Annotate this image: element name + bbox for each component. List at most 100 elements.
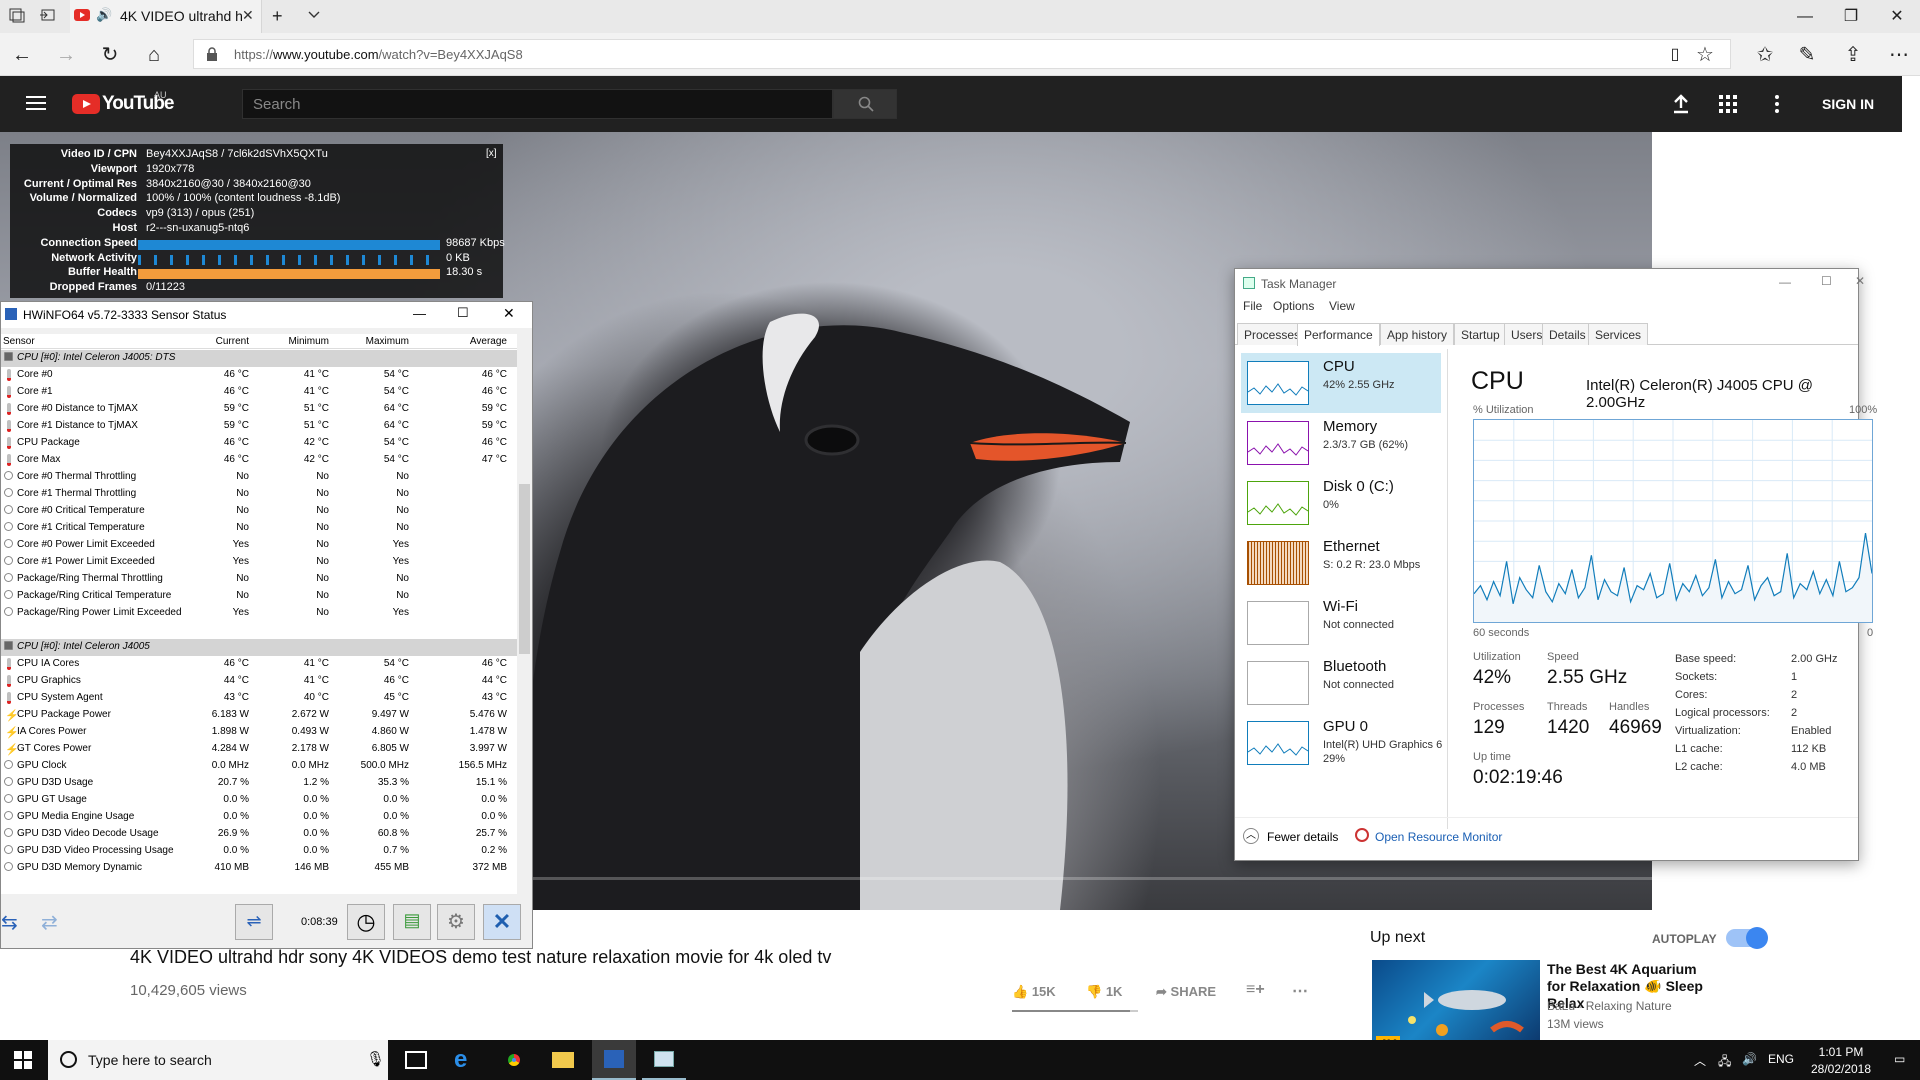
logging-button[interactable]: ▤ bbox=[393, 904, 431, 940]
favorites-hub-icon[interactable]: ✩ bbox=[1753, 43, 1777, 67]
sensor-row[interactable] bbox=[1, 622, 517, 639]
upload-icon[interactable] bbox=[1672, 94, 1690, 114]
sensor-row[interactable]: Core #1 Distance to TjMAX 59 °C 51 °C 64 °C… bbox=[1, 418, 517, 435]
home-icon[interactable]: ⌂ bbox=[142, 43, 166, 67]
sensor-row[interactable]: ⚡ GT Cores Power 4.284 W 2.178 W 6.805 W 3.99… bbox=[1, 741, 517, 758]
tab-services[interactable]: Services bbox=[1588, 323, 1649, 345]
sensor-row[interactable]: GPU D3D Usage 20.7 % 1.2 % 35.3 % 15.1 % bbox=[1, 775, 517, 792]
sensor-row[interactable]: CPU Package 46 °C 42 °C 54 °C 46 °C bbox=[1, 435, 517, 452]
sensor-row[interactable]: Core #0 Power Limit Exceeded Yes No Yes bbox=[1, 537, 517, 554]
share-icon[interactable]: ⇪ bbox=[1841, 43, 1865, 67]
forward-icon[interactable]: → bbox=[54, 43, 78, 67]
hwinfo-minimize-icon[interactable]: — bbox=[413, 306, 426, 321]
sensor-row[interactable]: GPU D3D Video Processing Usage 0.0 % 0.0 %… bbox=[1, 843, 517, 860]
sensor-row[interactable]: GPU GT Usage 0.0 % 0.0 % 0.0 % 0.0 % bbox=[1, 792, 517, 809]
open-resource-monitor-link[interactable]: Open Resource Monitor bbox=[1375, 830, 1502, 844]
windows-start-icon[interactable] bbox=[14, 1051, 32, 1069]
perf-item-gpu-0[interactable]: GPU 0 Intel(R) UHD Graphics 6 29% bbox=[1241, 713, 1442, 773]
clock-time[interactable]: 1:01 PM bbox=[1810, 1045, 1872, 1059]
language-indicator[interactable]: ENG bbox=[1768, 1052, 1794, 1066]
sensor-row[interactable]: Core #1 Power Limit Exceeded Yes No Yes bbox=[1, 554, 517, 571]
sensor-row[interactable]: CPU IA Cores 46 °C 41 °C 54 °C 46 °C bbox=[1, 656, 517, 673]
refresh-icon[interactable]: ↻ bbox=[98, 43, 122, 67]
dislike-button[interactable]: 👎 1K bbox=[1086, 984, 1122, 1000]
minimize-icon[interactable]: — bbox=[1782, 0, 1828, 33]
hwinfo-close-icon[interactable]: ✕ bbox=[503, 305, 515, 322]
col-current[interactable]: Current bbox=[216, 336, 249, 347]
perf-item-memory[interactable]: Memory 2.3/3.7 GB (62%) bbox=[1241, 413, 1441, 473]
taskbar-search-box[interactable]: Type here to search 🎙 bbox=[48, 1040, 388, 1080]
perf-item-cpu[interactable]: CPU 42% 2.55 GHz bbox=[1241, 353, 1441, 413]
chrome-icon[interactable] bbox=[504, 1050, 524, 1070]
chevron-up-icon[interactable]: ︿ bbox=[1243, 828, 1259, 844]
close-window-icon[interactable]: ✕ bbox=[1874, 0, 1920, 33]
perf-item-wi-fi[interactable]: Wi-Fi Not connected bbox=[1241, 593, 1441, 653]
set-aside-tabs-icon[interactable] bbox=[38, 6, 58, 26]
sensor-row[interactable]: GPU Media Engine Usage 0.0 % 0.0 % 0.0 % 0.0… bbox=[1, 809, 517, 826]
hwinfo-exit-button[interactable]: ✕ bbox=[483, 904, 521, 940]
task-view-icon[interactable] bbox=[405, 1051, 427, 1069]
settings-dots-icon[interactable] bbox=[1775, 94, 1779, 114]
sensor-row[interactable]: CPU System Agent 43 °C 40 °C 45 °C 43 °C bbox=[1, 690, 517, 707]
file-explorer-icon[interactable] bbox=[552, 1052, 574, 1068]
tab-app-history[interactable]: App history bbox=[1380, 323, 1455, 345]
sensor-row[interactable]: CPU Graphics 44 °C 41 °C 46 °C 44 °C bbox=[1, 673, 517, 690]
tab-list-icon[interactable] bbox=[8, 6, 28, 26]
microphone-icon[interactable]: 🎙 bbox=[366, 1050, 385, 1068]
sensor-row[interactable]: Package/Ring Power Limit Exceeded Yes No Ye… bbox=[1, 605, 517, 622]
sensor-row[interactable]: Core #0 Distance to TjMAX 59 °C 51 °C 64 °C… bbox=[1, 401, 517, 418]
favorite-star-icon[interactable]: ☆ bbox=[1693, 43, 1717, 67]
volume-tray-icon[interactable]: 🔊 bbox=[1742, 1052, 1757, 1066]
col-sensor[interactable]: Sensor bbox=[3, 336, 35, 347]
menu-options[interactable]: Options bbox=[1273, 299, 1314, 313]
restore-icon[interactable]: ❐ bbox=[1828, 0, 1874, 33]
expand-arrows-icon[interactable]: ⇄ bbox=[41, 910, 58, 935]
tray-chevron-icon[interactable]: ︿ bbox=[1694, 1052, 1706, 1069]
sensor-row[interactable]: ⚡ IA Cores Power 1.898 W 0.493 W 4.860 W 1.47… bbox=[1, 724, 517, 741]
tm-maximize-icon[interactable]: ☐ bbox=[1821, 274, 1832, 288]
sensor-row[interactable]: Core #0 Critical Temperature No No No bbox=[1, 503, 517, 520]
sensor-row[interactable]: Core #1 Critical Temperature No No No bbox=[1, 520, 517, 537]
menu-view[interactable]: View bbox=[1329, 299, 1355, 313]
sensor-group-header[interactable]: CPU [#0]: Intel Celeron J4005 bbox=[1, 639, 517, 656]
close-tab-icon[interactable]: ✕ bbox=[242, 7, 254, 24]
task-manager-taskbar-button[interactable] bbox=[642, 1040, 686, 1080]
sensor-row[interactable]: Package/Ring Thermal Throttling No No No bbox=[1, 571, 517, 588]
col-maximum[interactable]: Maximum bbox=[366, 336, 409, 347]
perf-item-bluetooth[interactable]: Bluetooth Not connected bbox=[1241, 653, 1441, 713]
tm-close-icon[interactable]: ✕ bbox=[1855, 274, 1865, 288]
sensor-row[interactable]: GPU D3D Video Decode Usage 26.9 % 0.0 % 60.… bbox=[1, 826, 517, 843]
autoplay-toggle[interactable] bbox=[1726, 927, 1768, 949]
tm-titlebar[interactable]: Task Manager — ☐ ✕ bbox=[1235, 269, 1865, 297]
more-icon[interactable]: ⋯ bbox=[1887, 43, 1911, 67]
share-button[interactable]: ➦ SHARE bbox=[1156, 984, 1216, 1000]
tm-minimize-icon[interactable]: — bbox=[1779, 275, 1791, 289]
hwinfo-taskbar-button[interactable] bbox=[592, 1040, 636, 1080]
fewer-details-link[interactable]: Fewer details bbox=[1267, 830, 1338, 844]
collapse-arrows-icon[interactable]: ⇆ bbox=[1, 910, 18, 935]
sensor-row[interactable]: Package/Ring Critical Temperature No No No bbox=[1, 588, 517, 605]
back-icon[interactable]: ← bbox=[10, 43, 34, 67]
tab-performance[interactable]: Performance bbox=[1297, 323, 1380, 346]
col-average[interactable]: Average bbox=[470, 336, 507, 347]
network-tray-icon[interactable]: 🖧 bbox=[1718, 1052, 1731, 1073]
col-minimum[interactable]: Minimum bbox=[288, 336, 329, 347]
reading-view-icon[interactable]: ▯ bbox=[1663, 43, 1687, 67]
stats-close-button[interactable]: [x] bbox=[486, 148, 497, 159]
browser-tab-youtube[interactable]: 🔊 4K VIDEO ultrahd h ✕ bbox=[70, 0, 262, 33]
tab-details[interactable]: Details bbox=[1542, 323, 1593, 345]
speaker-icon[interactable]: 🔊 bbox=[96, 7, 112, 23]
tab-startup[interactable]: Startup bbox=[1454, 323, 1507, 345]
action-center-icon[interactable]: ▭ bbox=[1894, 1052, 1905, 1066]
web-note-pen-icon[interactable]: ✎ bbox=[1795, 43, 1819, 67]
hwinfo-maximize-icon[interactable]: ☐ bbox=[457, 305, 469, 321]
sensor-row[interactable]: Core #1 46 °C 41 °C 54 °C 46 °C bbox=[1, 384, 517, 401]
sensor-group-header[interactable]: CPU [#0]: Intel Celeron J4005: DTS bbox=[1, 350, 517, 367]
apps-grid-icon[interactable] bbox=[1719, 95, 1737, 113]
hwinfo-titlebar[interactable]: HWiNFO64 v5.72-3333 Sensor Status — ☐ ✕ bbox=[1, 302, 532, 328]
more-actions-icon[interactable]: ⋯ bbox=[1292, 981, 1308, 1001]
sensor-row[interactable]: GPU D3D Memory Dynamic 410 MB 146 MB 455 MB… bbox=[1, 860, 517, 877]
add-to-playlist-icon[interactable]: ≡+ bbox=[1246, 981, 1265, 999]
menu-file[interactable]: File bbox=[1243, 299, 1262, 313]
search-input[interactable]: Search bbox=[242, 89, 833, 119]
